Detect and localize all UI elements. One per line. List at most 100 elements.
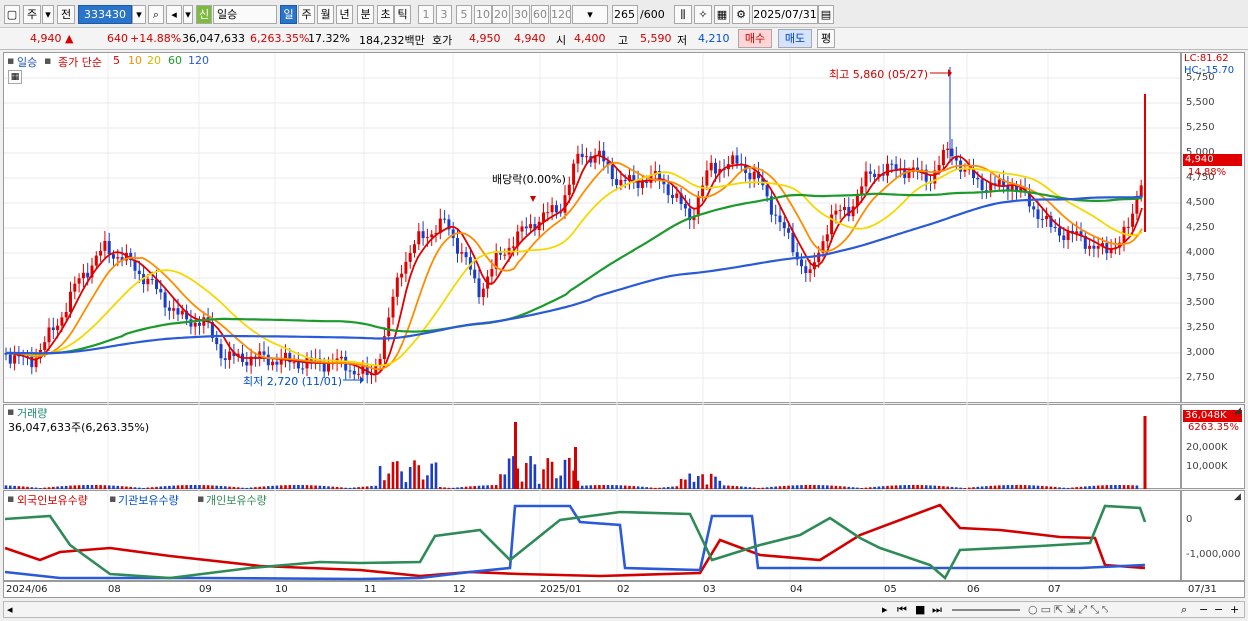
x-axis-label: 02	[617, 584, 630, 595]
candle-body	[619, 179, 623, 186]
volume-bar	[907, 485, 911, 489]
volume-bar	[967, 487, 971, 489]
volume-bar	[894, 485, 898, 489]
volume-bar	[400, 471, 403, 489]
volume-bar	[520, 481, 524, 489]
volume-bar	[709, 473, 713, 489]
candle-body	[976, 177, 980, 180]
volume-bar	[73, 485, 77, 489]
minus-icon[interactable]: −	[1214, 603, 1223, 616]
candle-body	[817, 252, 821, 263]
volume-bar	[443, 487, 446, 489]
volume-bar	[903, 485, 906, 489]
volume-bar	[112, 485, 115, 489]
candle-body	[941, 150, 945, 165]
candle-body	[490, 268, 494, 277]
menu-icon[interactable]: ▪	[7, 492, 14, 505]
volume-bar	[774, 486, 777, 489]
volume-bar	[47, 487, 51, 489]
candle-body	[400, 273, 404, 278]
volume-bar	[1079, 486, 1083, 489]
volume-bar	[142, 487, 145, 489]
volume-bar	[658, 487, 661, 489]
table-icon[interactable]: ▦	[8, 70, 22, 84]
volume-bar	[555, 478, 558, 489]
candle-body	[339, 356, 343, 359]
candle-body	[782, 222, 786, 229]
volume-bar	[636, 486, 640, 489]
volume-bar	[993, 485, 997, 489]
candle-body	[864, 171, 868, 187]
candle-body	[511, 246, 515, 248]
volume-bar	[43, 487, 46, 489]
volume-bar	[439, 487, 442, 489]
candle-body	[1135, 197, 1139, 214]
last-page-icon[interactable]: ⏭	[932, 603, 942, 617]
volume-bar	[271, 485, 274, 489]
volume-bar	[675, 486, 679, 489]
menu-icon[interactable]: ▪	[7, 54, 14, 67]
menu-icon[interactable]: ▪	[109, 492, 116, 505]
first-page-icon[interactable]: ⏮	[897, 603, 907, 617]
candle-body	[219, 344, 223, 359]
x-axis-label: 07	[1048, 584, 1061, 595]
zoom-search-icon[interactable]: ⌕	[1181, 603, 1187, 617]
drawing-tools-icon[interactable]: ○▭⇱⇲⤢⤡⤣	[1028, 603, 1111, 617]
expand-icon[interactable]: ◢	[1234, 406, 1241, 416]
volume-bar	[99, 485, 102, 489]
volume-bar	[628, 485, 631, 489]
volume-bar	[761, 487, 765, 489]
zoom-slider[interactable]	[952, 609, 1020, 611]
scroll-left-icon[interactable]: ◂	[7, 603, 13, 616]
x-axis-label: 11	[364, 584, 377, 595]
dividend-marker	[530, 196, 536, 202]
volume-bar	[791, 485, 795, 489]
menu-icon[interactable]: ▪	[197, 492, 204, 505]
volume-bar	[490, 485, 494, 489]
volume-bar	[391, 461, 395, 489]
volume-bar	[998, 485, 1001, 489]
volume-bar	[864, 487, 868, 489]
candle-body	[585, 156, 588, 158]
candle-body	[671, 195, 674, 198]
volume-bar	[301, 485, 304, 489]
volume-bar	[946, 486, 949, 489]
candle-body	[395, 277, 399, 297]
candle-body	[735, 155, 739, 164]
menu-icon[interactable]: ▪	[7, 405, 14, 418]
candle-body	[1036, 209, 1040, 219]
zoom-out-icon[interactable]: −	[1199, 603, 1208, 616]
legend-individual: 개인보유수량	[206, 494, 267, 507]
candle-body	[843, 207, 846, 211]
volume-bar	[649, 487, 653, 489]
volume-bar	[138, 487, 141, 489]
expand-icon[interactable]: ◢	[1234, 492, 1241, 502]
candle-body	[808, 269, 812, 274]
volume-bar	[176, 485, 180, 489]
volume-bar	[980, 486, 984, 489]
stop-icon[interactable]: ■	[915, 603, 925, 616]
volume-bar	[890, 485, 894, 489]
volume-bar	[1071, 487, 1074, 489]
candle-body	[159, 289, 163, 293]
scroll-right-icon[interactable]: ▸	[882, 603, 888, 616]
volume-bar	[1062, 487, 1066, 489]
volume-bar	[942, 486, 945, 489]
zoom-in-icon[interactable]: +	[1230, 603, 1239, 616]
volume-bar	[327, 486, 330, 489]
volume-bar	[1006, 485, 1010, 489]
menu-icon[interactable]: ▪	[44, 54, 51, 67]
candle-body	[615, 179, 619, 186]
volume-bar	[1109, 485, 1113, 489]
volume-bar	[688, 473, 691, 489]
candle-body	[1032, 206, 1036, 210]
candle-body	[69, 291, 72, 312]
candle-body	[107, 240, 111, 255]
x-axis-label: 2024/06	[6, 584, 48, 595]
volume-bar	[464, 486, 468, 489]
candle-body	[172, 308, 176, 311]
volume-bar	[611, 485, 614, 489]
x-axis-label: 08	[108, 584, 121, 595]
volume-bar	[795, 485, 799, 489]
volume-bar	[580, 485, 584, 489]
